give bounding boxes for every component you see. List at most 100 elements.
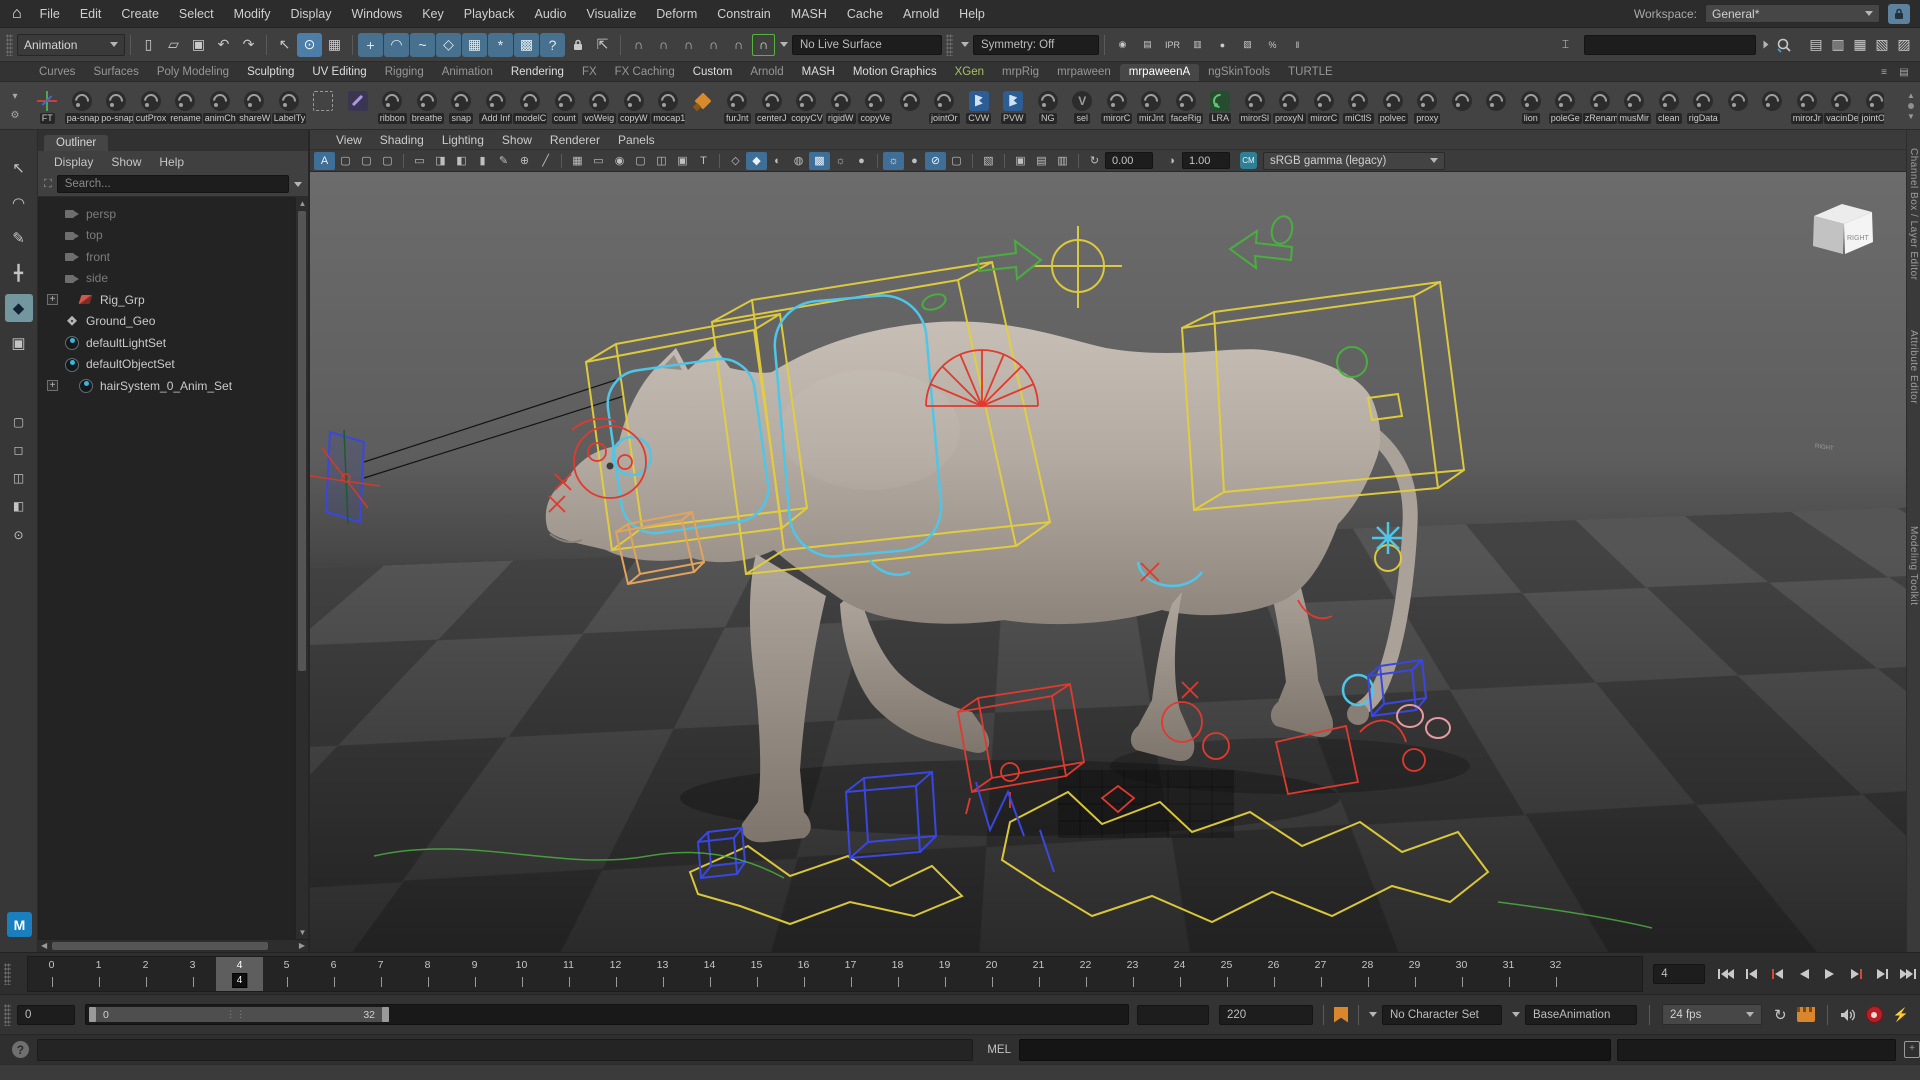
viewport-toolbar-icon[interactable]: ⊘ bbox=[925, 152, 946, 170]
timeline-frame[interactable]: 29 bbox=[1391, 957, 1438, 991]
shelf-tab[interactable]: Animation bbox=[433, 64, 502, 81]
step-back-frame-button[interactable] bbox=[1765, 962, 1790, 986]
snap-button[interactable]: ∩ bbox=[651, 33, 676, 57]
menu-item[interactable]: File bbox=[30, 4, 70, 24]
menu-item[interactable]: Constrain bbox=[707, 4, 781, 24]
rig-controls-pink[interactable] bbox=[1397, 705, 1450, 738]
timeline-frame[interactable]: 10 bbox=[498, 957, 545, 991]
scroll-left-icon[interactable]: ◀ bbox=[41, 941, 47, 950]
animation-start-field[interactable]: 0 bbox=[17, 1005, 75, 1025]
gamma-field[interactable]: 1.00 bbox=[1182, 152, 1230, 169]
shelf-tab[interactable]: TURTLE bbox=[1279, 64, 1342, 81]
shelf-button[interactable]: copyVe bbox=[858, 88, 893, 124]
render-button[interactable]: ◉ bbox=[1110, 33, 1135, 57]
selection-mask-button[interactable]: * bbox=[488, 33, 513, 57]
menu-item[interactable]: Display bbox=[280, 4, 341, 24]
tool-button[interactable]: ↖ bbox=[5, 154, 33, 182]
tab-channel-box-layer-editor[interactable]: Channel Box / Layer Editor bbox=[1908, 148, 1919, 281]
shelf-button[interactable]: pa-snap bbox=[65, 88, 100, 124]
timeline-frame[interactable]: 21 bbox=[1015, 957, 1062, 991]
viewport-toolbar-icon[interactable]: ☼ bbox=[830, 152, 851, 170]
tab-modeling-toolkit[interactable]: Modeling Toolkit bbox=[1908, 526, 1919, 606]
shelf-button[interactable]: copyW bbox=[617, 88, 652, 124]
selection-mode-button[interactable]: ↖ bbox=[272, 33, 297, 57]
selection-mask-button[interactable]: ~ bbox=[410, 33, 435, 57]
shelf-button[interactable]: furJnt bbox=[720, 88, 755, 124]
fps-select[interactable]: 24 fps bbox=[1662, 1004, 1762, 1025]
timeline-frame[interactable]: 31 bbox=[1485, 957, 1532, 991]
character-set-field[interactable]: No Character Set bbox=[1382, 1005, 1502, 1025]
outliner-menu-item[interactable]: Display bbox=[46, 153, 101, 171]
shelf-button[interactable] bbox=[1445, 88, 1480, 111]
shelf-button[interactable]: vacinDe bbox=[1824, 88, 1859, 124]
shelf-button[interactable]: ribbon bbox=[375, 88, 410, 124]
timeline-frame[interactable]: 17 bbox=[827, 957, 874, 991]
drag-handle[interactable] bbox=[4, 963, 11, 985]
menu-item[interactable]: MASH bbox=[781, 4, 837, 24]
shelf-tab[interactable]: Poly Modeling bbox=[148, 64, 238, 81]
shelf-button[interactable]: mirorJr bbox=[1790, 88, 1825, 124]
shelf-button[interactable]: zRenam bbox=[1583, 88, 1618, 124]
timeline-frame[interactable]: 0 bbox=[28, 957, 75, 991]
menu-item[interactable]: Audio bbox=[524, 4, 576, 24]
auto-keyframe-icon[interactable] bbox=[1866, 1006, 1883, 1023]
shelf-button[interactable]: mocap1 bbox=[651, 88, 686, 124]
timeline-frame[interactable]: 16 bbox=[780, 957, 827, 991]
menu-item[interactable]: Help bbox=[949, 4, 995, 24]
color-management-icon[interactable]: CM bbox=[1240, 152, 1257, 169]
viewport-toolbar-icon[interactable]: ▧ bbox=[978, 152, 999, 170]
outliner-row[interactable]: Ground_Geo bbox=[38, 311, 308, 333]
viewport-toolbar-icon[interactable]: ▩ bbox=[809, 152, 830, 170]
menu-item[interactable]: Windows bbox=[341, 4, 412, 24]
shelf-tab[interactable]: Arnold bbox=[741, 64, 792, 81]
shelf-tab[interactable]: mrpRig bbox=[993, 64, 1048, 81]
snap-button[interactable]: ∩ bbox=[626, 33, 651, 57]
selection-mode-button[interactable]: ⊙ bbox=[297, 33, 322, 57]
shelf-button[interactable] bbox=[341, 88, 376, 111]
quick-select-input[interactable] bbox=[1584, 35, 1756, 55]
shelf-button[interactable]: sel bbox=[1065, 88, 1100, 124]
evaluation-mode-icon[interactable]: ⚡ bbox=[1893, 1007, 1909, 1023]
shelf-button[interactable] bbox=[1721, 88, 1756, 111]
timeline-frame[interactable]: 6 bbox=[310, 957, 357, 991]
timeline-frame[interactable]: 4 4 bbox=[216, 957, 263, 991]
layout-button[interactable]: ▢ bbox=[5, 411, 33, 433]
outliner-row[interactable]: persp bbox=[38, 203, 308, 225]
range-slider[interactable]: 0 ⋮⋮ 32 bbox=[89, 1007, 389, 1022]
animation-end-field[interactable]: 220 bbox=[1219, 1005, 1313, 1025]
viewport-toolbar-icon[interactable]: ▮ bbox=[472, 152, 493, 170]
timeline-frame[interactable]: 11 bbox=[545, 957, 592, 991]
shelf-tab[interactable]: Curves bbox=[30, 64, 84, 81]
selection-mask-button[interactable]: ◠ bbox=[384, 33, 409, 57]
colorspace-select[interactable]: sRGB gamma (legacy) bbox=[1263, 152, 1445, 170]
viewport-toolbar-icon[interactable]: ◉ bbox=[609, 152, 630, 170]
chevron-down-icon[interactable] bbox=[961, 42, 969, 47]
scroll-up-icon[interactable]: ▲ bbox=[296, 199, 309, 208]
timeline-frame[interactable]: 25 bbox=[1203, 957, 1250, 991]
tab-attribute-editor[interactable]: Attribute Editor bbox=[1908, 330, 1919, 404]
chevron-down-icon[interactable] bbox=[1369, 1012, 1377, 1017]
timeline-frame[interactable]: 7 bbox=[357, 957, 404, 991]
shelf-tab[interactable]: ngSkinTools bbox=[1199, 64, 1279, 81]
expand-icon[interactable]: + bbox=[47, 294, 58, 305]
gear-icon[interactable]: ⚙ bbox=[7, 108, 23, 122]
timeline-frame[interactable]: 27 bbox=[1297, 957, 1344, 991]
viewport-toolbar-icon[interactable]: ▢ bbox=[356, 152, 377, 170]
viewport-toolbar-icon[interactable]: ◨ bbox=[430, 152, 451, 170]
range-start-handle[interactable] bbox=[89, 1007, 96, 1022]
shelf-button[interactable]: voWeig bbox=[582, 88, 617, 124]
shelf-button[interactable]: jointOr bbox=[927, 88, 962, 124]
shelf-button[interactable]: CVW bbox=[962, 88, 997, 124]
expand-icon[interactable]: + bbox=[47, 380, 58, 391]
timeline-frame[interactable]: 19 bbox=[921, 957, 968, 991]
viewport-toolbar-icon[interactable]: T bbox=[693, 152, 714, 170]
filter-icon[interactable]: ⛶ bbox=[44, 178, 52, 191]
shelf-scroll-up-icon[interactable]: ▲ bbox=[1907, 91, 1915, 100]
shelf-options-icon[interactable]: ≡ bbox=[1876, 65, 1892, 79]
viewport-toolbar-icon[interactable]: ◧ bbox=[451, 152, 472, 170]
symmetry-field[interactable]: Symmetry: Off bbox=[973, 35, 1099, 55]
chevron-down-icon[interactable] bbox=[1512, 1012, 1520, 1017]
shelf-item-menu-icon[interactable]: ▾ bbox=[7, 89, 23, 103]
shelf-button[interactable]: clean bbox=[1652, 88, 1687, 124]
go-to-end-button[interactable] bbox=[1895, 962, 1920, 986]
